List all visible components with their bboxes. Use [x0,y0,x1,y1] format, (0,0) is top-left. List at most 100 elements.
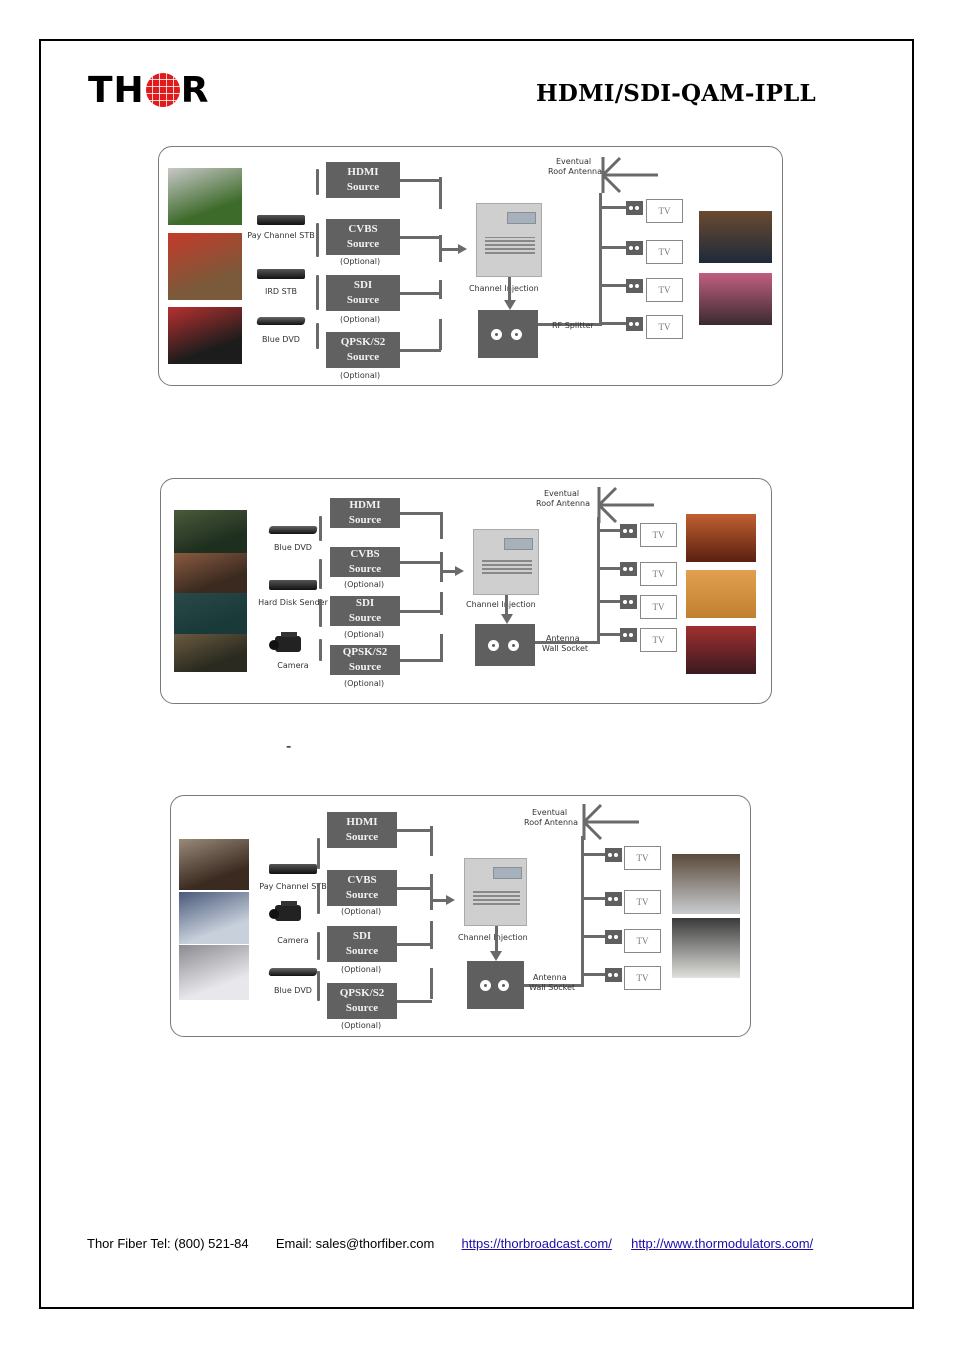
photo-movie-scene-2 [174,553,247,593]
connector-bar [319,599,322,627]
lcd-display [503,538,534,550]
bus-segment [440,512,443,539]
thor-logo: TH R [88,70,209,111]
source-label: Source [348,612,382,624]
diagram-sports-bar: Pay Channel STB IRD STB Blue DVD HDMI Source… [158,146,783,386]
channel-injection-label: Channel Injection [469,284,539,293]
roof-antenna-icon [582,803,639,841]
diagram-conference: Pay Channel STB Camera Blue DVD HDMI Source C… [170,795,751,1037]
tap-cable [599,322,626,325]
device-label: Blue DVD [262,335,300,344]
source-label: Source [348,514,382,526]
device-label: Pay Channel STB [247,231,315,240]
wall-socket-icon [478,310,538,358]
source-box-hdmi: HDMI Source [330,498,400,528]
tv-icon: TV [646,315,683,339]
qam-modulator-device [473,529,539,595]
camera-handle [281,632,297,637]
distribution-label: Antenna [546,634,580,643]
connector-bar [316,275,319,310]
source-label: Source [346,181,380,193]
socket-hole [508,640,519,651]
device-body [257,269,305,279]
antenna-label-1: Eventual [544,489,580,498]
roof-antenna-icon [597,486,654,524]
device-label: Blue DVD [274,986,312,995]
optional-label: (Optional) [344,679,385,688]
source-type: HDMI [346,816,378,828]
wall-outlet-icon [626,317,643,331]
source-type: CVBS [347,874,377,886]
bus-segment [430,968,433,999]
tap-cable [599,246,626,249]
venue-photo-conference-room [672,854,740,914]
arrow-down-icon [500,614,513,624]
antenna-label-2: Roof Antenna [524,818,578,827]
footer-link-thormodulators[interactable]: http://www.thormodulators.com/ [631,1236,813,1251]
source-label: Source [346,238,380,250]
tap-cable [581,853,605,856]
connector-bar [319,559,322,589]
source-label: Source [345,889,379,901]
antenna-element [597,486,618,507]
arrow-right-icon [455,566,464,576]
optional-label: (Optional) [341,907,382,916]
camera-lens [269,640,279,650]
connector-bar [317,971,320,1001]
source-connector [397,829,432,832]
distribution-label: Antenna [533,973,567,982]
photo-basketball-game [168,233,242,300]
footer-link-thorbroadcast[interactable]: https://thorbroadcast.com/ [462,1236,612,1251]
wall-outlet-icon [605,892,622,906]
camera-handle [281,901,297,906]
source-connector [400,292,441,295]
tv-icon: TV [646,240,683,264]
socket-hole [488,640,500,651]
optional-label: (Optional) [340,371,381,380]
venue-photo-restaurant-with-tvs [699,273,772,325]
wall-outlet-icon [605,968,622,982]
arrow-shaft [440,570,455,573]
device-body [269,580,317,590]
device-label: Camera [277,936,309,945]
source-box-cvbs: CVBS Source [327,870,397,906]
source-box-cvbs: CVBS Source [326,219,400,255]
channel-injection-label: Channel Injection [458,933,528,942]
device-body [256,317,306,325]
optional-label: (Optional) [341,1021,382,1030]
wall-outlet-icon [620,595,637,609]
source-type: SDI [352,930,372,942]
tv-icon: TV [646,278,683,302]
lcd-display [493,867,522,879]
source-type: SDI [355,597,375,609]
source-connector [400,561,442,564]
source-box-sdi: SDI Source [330,596,400,626]
source-label: Source [345,1002,379,1014]
vent-grille [482,559,532,575]
connector-bar [317,838,320,869]
arrow-shaft [494,926,498,953]
vent-grille [473,889,520,905]
device-body [268,526,318,534]
photo-movie-scene-1 [174,510,247,553]
lcd-display [506,212,537,224]
source-connector [400,659,442,662]
antenna-label-1: Eventual [532,808,568,817]
arrow-shaft [508,277,511,302]
footer-email: Email: sales@thorfiber.com [275,1236,435,1251]
venue-photo-cinema-hall [686,626,756,674]
photo-movie-scene-4 [174,634,247,672]
distribution-label-2: Wall Socket [529,983,576,992]
rf-trunk [597,517,600,644]
bus-segment [439,319,442,350]
arrow-down-icon [490,951,502,961]
bus-segment [440,592,443,615]
tv-icon: TV [640,628,677,652]
camera-lens [269,909,279,919]
optional-label: (Optional) [340,257,381,266]
arrow-right-icon [446,895,455,905]
source-box-cvbs: CVBS Source [330,547,400,577]
tv-icon: TV [640,562,677,586]
source-box-qpsk-s2: QPSK/S2 Source [326,332,400,368]
source-box-hdmi: HDMI Source [327,812,397,848]
